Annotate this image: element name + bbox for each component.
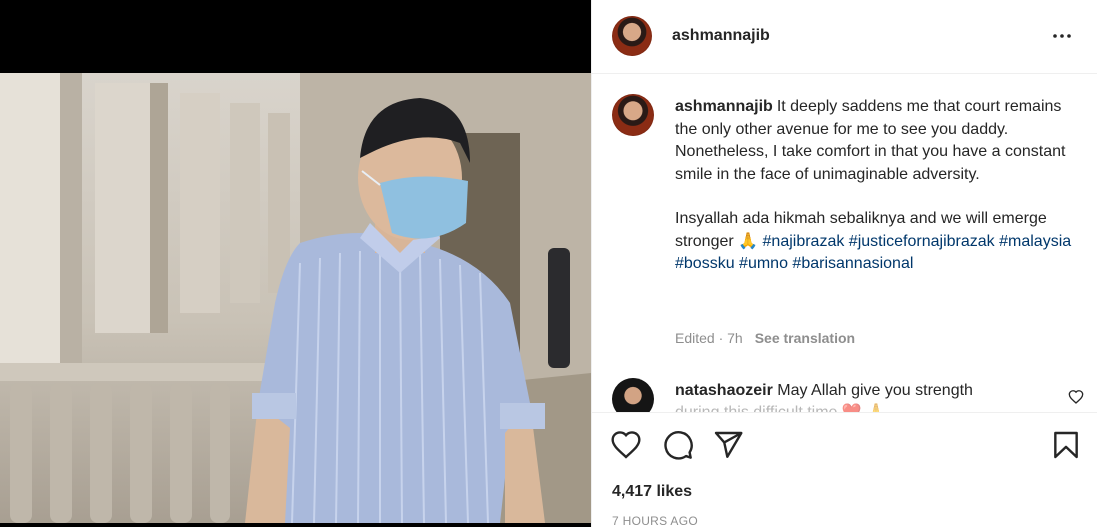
more-icon[interactable] [1050,26,1074,46]
comment-text-faded: during this difficult time ❤️ 🙏 [675,402,886,412]
hashtag-link[interactable]: #barisannasional [792,255,913,272]
caption-avatar[interactable] [612,94,654,136]
hashtag-link[interactable]: #malaysia [999,233,1071,250]
comment-avatar[interactable] [612,378,654,412]
comment-icon[interactable] [662,429,694,461]
share-icon[interactable] [712,429,744,461]
post-photo[interactable] [0,73,591,523]
user-avatar[interactable] [612,16,652,56]
photo-pane [0,0,591,527]
hashtag-link[interactable]: #bossku [675,255,735,272]
likes-count[interactable]: 4,417 likes [612,483,692,501]
hashtag-link[interactable]: #umno [739,255,788,272]
caption-username[interactable]: ashmannajib [675,98,773,115]
edited-time: Edited · 7h [675,330,743,346]
action-bar: 4,417 likes 7 HOURS AGO [592,412,1097,528]
comment-username[interactable]: natashaozeir [675,382,773,399]
comment-text: May Allah give you strength [777,382,973,399]
comments-section: ashmannajib It deeply saddens me that cou… [592,74,1097,412]
header-username[interactable]: ashmannajib [672,27,770,45]
post-header: ashmannajib [592,0,1097,74]
bookmark-icon[interactable] [1050,429,1082,461]
caption-meta: Edited · 7h See translation [675,330,855,346]
post-panel: ashmannajib ashmannajib It deeply saddens… [591,0,1097,528]
heart-icon[interactable] [610,429,642,461]
post-time[interactable]: 7 HOURS AGO [612,514,698,528]
hashtag-link[interactable]: #najibrazak [763,233,845,250]
see-translation-button[interactable]: See translation [755,330,855,346]
caption: ashmannajib It deeply saddens me that cou… [675,96,1075,276]
comment-like-icon[interactable] [1068,389,1084,405]
comment-row: natashaozeir May Allah give you strength [675,380,1035,402]
hashtag-link[interactable]: #justicefornajibrazak [849,233,995,250]
